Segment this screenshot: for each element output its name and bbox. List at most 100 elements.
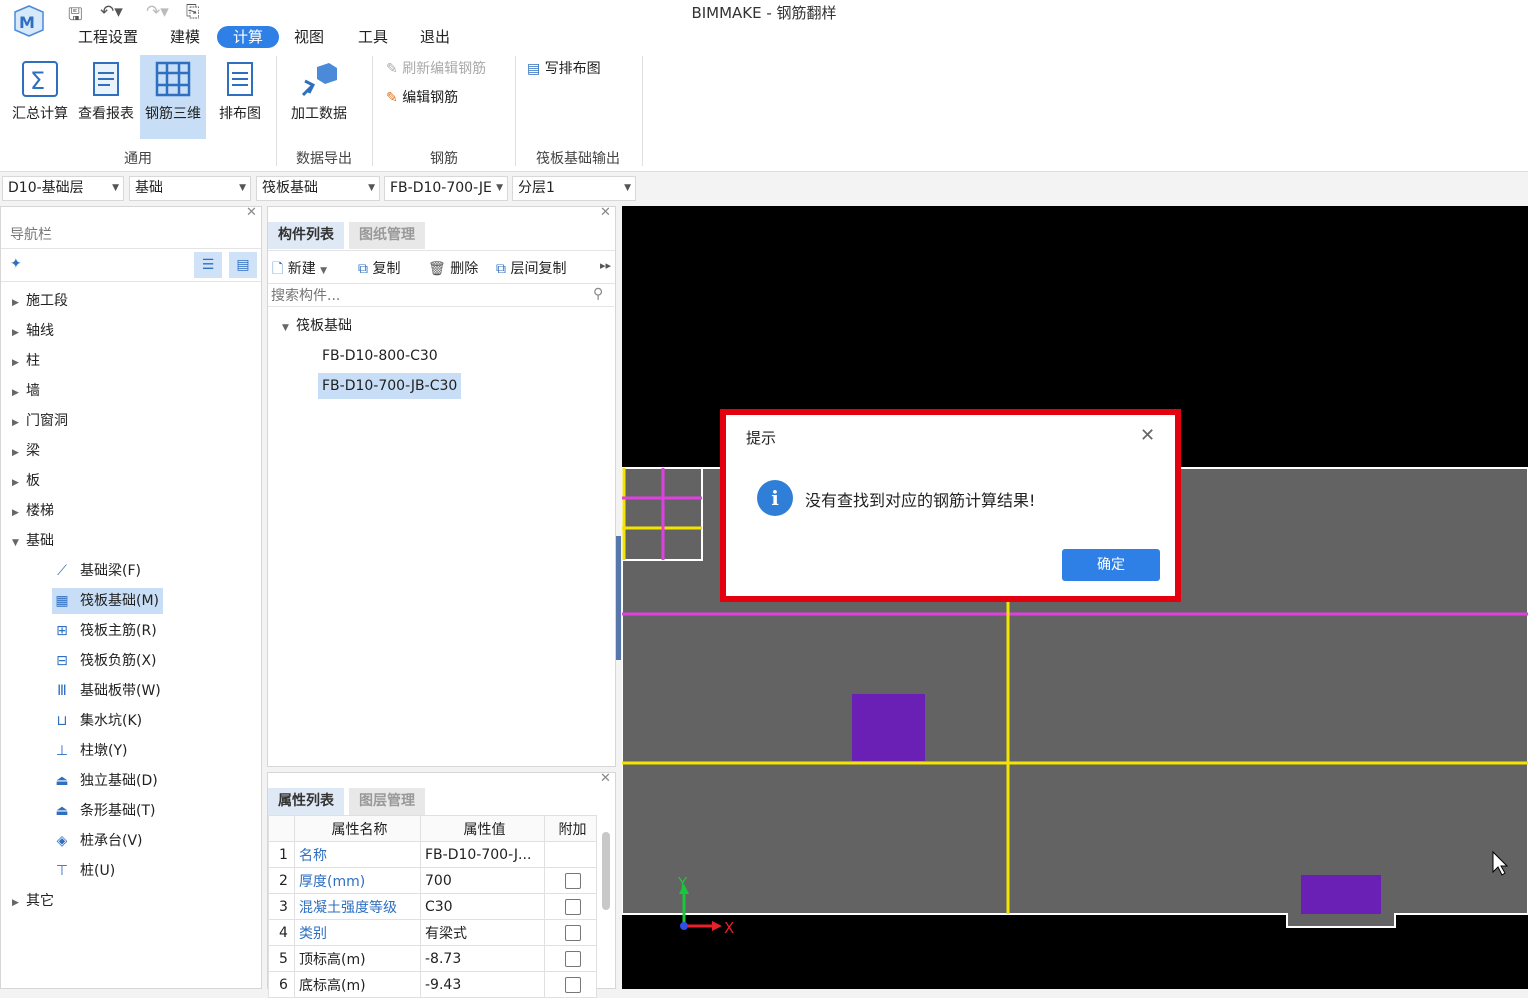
tab-drawing-management[interactable]: 图纸管理 [349, 222, 425, 249]
type-select[interactable]: 筏板基础 ▼ [256, 176, 380, 201]
component-item[interactable]: FB-D10-800-C30 [318, 343, 442, 369]
edit-rebar-button[interactable]: ✎ 编辑钢筋 [386, 87, 458, 107]
close-icon[interactable]: ✕ [600, 771, 611, 786]
column[interactable] [1301, 875, 1381, 914]
table-row[interactable]: 1 名称 FB-D10-700-J... [268, 841, 597, 868]
nav-item-slab[interactable]: ▶ 板 [12, 466, 260, 496]
nav-sub-strip-footing[interactable]: ⏏ 条形基础(T) [52, 796, 260, 826]
nav-item-wall[interactable]: ▶ 墙 [12, 376, 260, 406]
component-item-selected[interactable]: FB-D10-700-JB-C30 [318, 373, 462, 399]
tab-layer-management[interactable]: 图层管理 [349, 788, 425, 815]
component-group[interactable]: ▼ 筏板基础 [282, 311, 352, 341]
nav-sub-column-pier[interactable]: ⊥ 柱墩(Y) [52, 736, 260, 766]
chevron-down-icon: ▼ [112, 183, 119, 193]
tab-component-list[interactable]: 构件列表 [268, 222, 344, 249]
nav-item-foundation[interactable]: ▼ 基础 [12, 526, 260, 556]
nav-item-other[interactable]: ▶ 其它 [12, 886, 260, 916]
table-row[interactable]: 3 混凝土强度等级 C30 [268, 893, 597, 920]
group-label-rebar: 钢筋 [430, 151, 458, 167]
more-icon[interactable]: ▸▸ [600, 259, 611, 272]
layout-drawing-button[interactable]: 排布图 [207, 55, 273, 139]
view-report-button[interactable]: 查看报表 [73, 55, 139, 139]
nav-sub-sump-pit[interactable]: ⊔ 集水坑(K) [52, 706, 260, 736]
panel-splitter[interactable] [616, 536, 621, 660]
rebar-3d-button[interactable]: 钢筋三维 [140, 55, 206, 139]
chevron-down-icon: ▼ [320, 266, 328, 276]
tab-property-list[interactable]: 属性列表 [268, 788, 344, 815]
svg-text:Σ: Σ [30, 67, 45, 95]
axis-x-label: X [724, 919, 734, 937]
layer-select[interactable]: 分层1 ▼ [512, 176, 636, 201]
trash-icon: 🗑 [428, 261, 446, 277]
report-icon [93, 62, 119, 96]
expand-icon: ▶ [12, 388, 19, 398]
tab-calculate[interactable]: 计算 [217, 26, 280, 48]
nav-sub-isolated-footing[interactable]: ⏏ 独立基础(D) [52, 766, 260, 796]
component-search-input[interactable] [268, 285, 614, 307]
nav-sub-pile-cap[interactable]: ◈ 桩承台(V) [52, 826, 260, 856]
ribbon-divider [642, 56, 643, 166]
nav-sub-foundation-beam[interactable]: ⟋ 基础梁(F) [52, 556, 260, 586]
header-property-name: 属性名称 [294, 815, 421, 842]
checkbox[interactable] [564, 976, 581, 993]
checkbox[interactable] [564, 950, 581, 967]
table-row[interactable]: 2 厚度(mm) 700 [268, 867, 597, 894]
search-icon[interactable]: ⚲ [593, 286, 603, 302]
column[interactable] [852, 694, 925, 761]
nav-item-beam[interactable]: ▶ 梁 [12, 436, 260, 466]
copy-floor-icon: ⧉ [496, 261, 506, 277]
nav-toolbar [1, 248, 261, 282]
nav-item-openings[interactable]: ▶ 门窗洞 [12, 406, 260, 436]
checkbox[interactable] [564, 924, 581, 941]
delete-button[interactable]: 🗑 删除 [428, 258, 478, 278]
tab-tools[interactable]: 工具 [352, 26, 394, 48]
nav-sub-raft-negative-rebar[interactable]: ⊟ 筏板负筋(X) [52, 646, 260, 676]
component-select[interactable]: FB-D10-700-JE ▼ [384, 176, 508, 201]
table-row[interactable]: 4 类别 有梁式 [268, 919, 597, 946]
table-row[interactable]: 6 底标高(m) -9.43 [268, 971, 597, 998]
nav-item-axis[interactable]: ▶ 轴线 [12, 316, 260, 346]
dialog-message: 没有查找到对应的钢筋计算结果! [805, 491, 1036, 510]
nav-item-construction-stage[interactable]: ▶ 施工段 [12, 286, 260, 316]
add-icon[interactable]: ✦ [10, 256, 22, 272]
ok-button[interactable]: 确定 [1062, 549, 1160, 581]
tab-view[interactable]: 视图 [288, 26, 330, 48]
summary-calc-button[interactable]: Σ 汇总计算 [7, 55, 73, 139]
chevron-down-icon: ▼ [368, 183, 375, 193]
checkbox[interactable] [564, 872, 581, 889]
scrollbar[interactable] [602, 832, 610, 910]
floor-select[interactable]: D10-基础层 ▼ [2, 176, 124, 201]
new-button[interactable]: 🗋 新建 ▼ [272, 258, 327, 282]
list-view-icon[interactable]: ☰ [194, 252, 222, 278]
nav-sub-raft-foundation[interactable]: ▦ 筏板基础(M) [52, 586, 260, 616]
tab-project-settings[interactable]: 工程设置 [72, 26, 144, 48]
nav-sub-foundation-strip[interactable]: Ⅲ 基础板带(W) [52, 676, 260, 706]
tab-modeling[interactable]: 建模 [164, 26, 206, 48]
refresh-edit-rebar-button[interactable]: ✎ 刷新编辑钢筋 [386, 58, 486, 78]
tab-exit[interactable]: 退出 [414, 26, 456, 48]
header-property-value: 属性值 [420, 815, 545, 842]
expand-icon: ▶ [12, 328, 19, 338]
write-layout-button[interactable]: ▤ 写排布图 [527, 58, 601, 78]
copy-between-floors-button[interactable]: ⧉ 层间复制 [496, 258, 566, 278]
processing-data-button[interactable]: 加工数据 [284, 55, 354, 139]
category-select[interactable]: 基础 ▼ [129, 176, 251, 201]
close-icon[interactable]: ✕ [600, 205, 611, 220]
expand-icon: ▶ [12, 418, 19, 428]
nav-sub-raft-main-rebar[interactable]: ⊞ 筏板主筋(R) [52, 616, 260, 646]
nav-item-column[interactable]: ▶ 柱 [12, 346, 260, 376]
nav-item-stairs[interactable]: ▶ 楼梯 [12, 496, 260, 526]
copy-button[interactable]: ⧉ 复制 [358, 258, 400, 278]
expand-icon: ▶ [12, 508, 19, 518]
nav-sub-pile[interactable]: ⊤ 桩(U) [52, 856, 260, 886]
ribbon-divider [372, 56, 373, 166]
beam-icon: ⟋ [57, 563, 67, 579]
pile-icon: ⊤ [55, 863, 69, 879]
close-icon[interactable]: ✕ [1140, 425, 1155, 446]
checkbox[interactable] [564, 898, 581, 915]
detail-view-icon[interactable]: ▤ [229, 252, 257, 278]
table-row[interactable]: 5 顶标高(m) -8.73 [268, 945, 597, 972]
close-icon[interactable]: ✕ [246, 205, 257, 220]
expand-icon: ▶ [12, 898, 19, 908]
info-icon: i [757, 480, 793, 516]
